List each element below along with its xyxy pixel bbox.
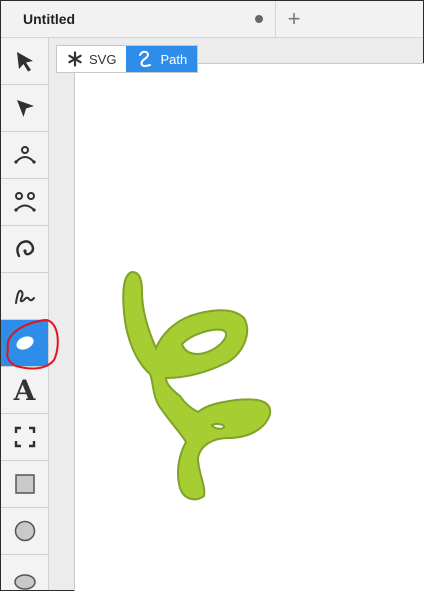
tool-node[interactable] [1, 132, 48, 179]
svg-mode-button[interactable]: SVG [57, 46, 126, 72]
path-mode-button[interactable]: Path [126, 46, 198, 72]
tool-text[interactable]: A [1, 367, 48, 414]
square-icon [14, 474, 35, 494]
new-tab-button[interactable]: + [279, 3, 309, 35]
drawing-canvas[interactable] [74, 63, 424, 591]
tool-freehand[interactable] [1, 273, 48, 320]
document-tab[interactable]: Untitled [1, 1, 276, 37]
tool-rectangle[interactable] [1, 461, 48, 508]
mode-switch: SVG Path [56, 45, 199, 73]
squiggle-icon [14, 289, 35, 304]
direct-select-arrow-icon [16, 100, 34, 117]
node-person-icon [13, 146, 36, 164]
nodes-sad-face-icon [13, 192, 36, 212]
tool-select[interactable] [1, 38, 48, 85]
asterisk-icon [68, 51, 82, 67]
path-mode-label: Path [160, 51, 188, 67]
workspace [49, 38, 424, 591]
path-curve-icon [139, 50, 152, 67]
tool-ellipse[interactable] [1, 555, 48, 590]
tool-circle[interactable] [1, 508, 48, 555]
text-icon: A [13, 373, 36, 407]
tool-palette: A [1, 38, 49, 590]
circle-icon [14, 520, 35, 542]
spiral-icon [15, 240, 34, 258]
tool-spiral[interactable] [1, 226, 48, 273]
tool-node-edit[interactable] [1, 179, 48, 226]
crop-frame-icon [14, 426, 35, 448]
ellipse-icon [13, 574, 36, 590]
tab-title: Untitled [23, 11, 76, 27]
svg-mode-label: SVG [89, 51, 117, 67]
tool-ellipse-brush[interactable] [1, 320, 48, 367]
arrow-pointer-icon [16, 52, 33, 72]
ellipse-brush-icon [15, 336, 34, 350]
tool-crop[interactable] [1, 414, 48, 461]
tool-direct-select[interactable] [1, 85, 48, 132]
unsaved-dot-icon [255, 15, 263, 23]
tab-bar: Untitled + [1, 1, 423, 38]
